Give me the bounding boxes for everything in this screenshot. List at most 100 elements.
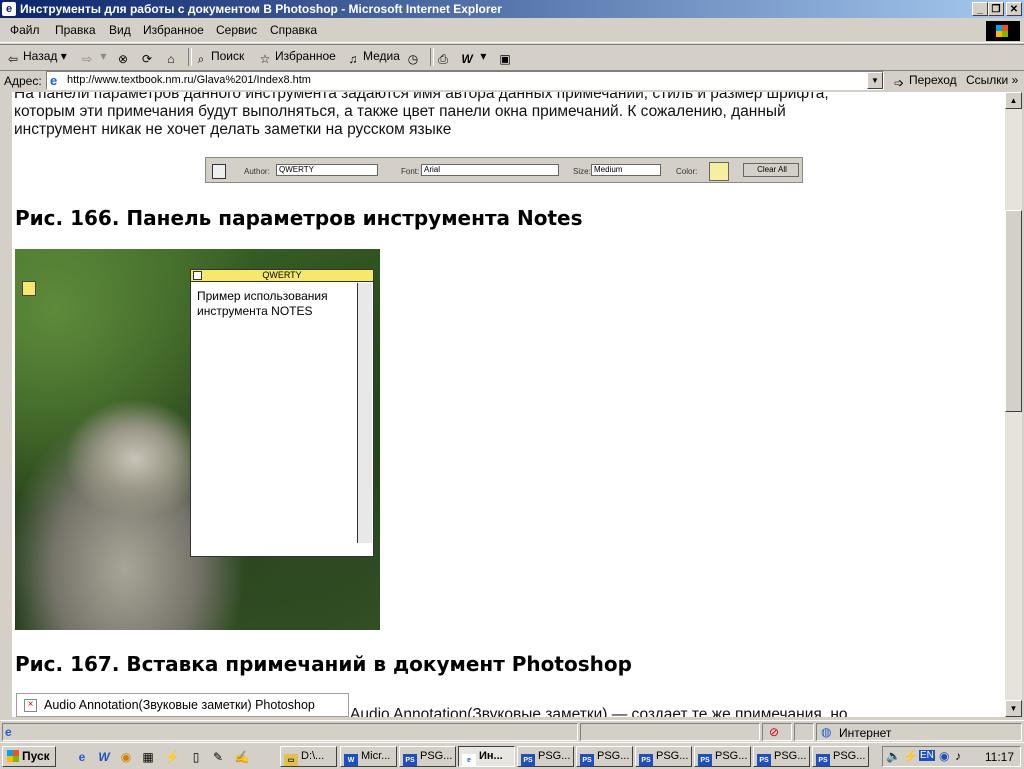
task-psg-7[interactable]: PS PSG... [812, 746, 869, 767]
quicklaunch-ie-icon[interactable]: e [74, 749, 90, 765]
task-label: Ин... [479, 750, 503, 762]
quicklaunch-paint-icon[interactable]: ✎ [210, 749, 226, 765]
menu-help[interactable]: Справка [270, 23, 317, 37]
window-title: Инструменты для работы с документом В Ph… [20, 2, 502, 16]
minimize-button[interactable]: _ [972, 2, 988, 16]
author-field: QWERTY [276, 164, 378, 176]
status-zone-panel: ◍ Интернет [816, 723, 1022, 741]
task-psg-2[interactable]: PS PSG... [517, 746, 574, 767]
favorites-icon: ☆ [259, 52, 271, 66]
discuss-button[interactable]: ▣ [498, 49, 515, 66]
menu-view[interactable]: Вид [109, 23, 131, 37]
paragraph-line-3: инструмент никак не хочет делать заметки… [14, 121, 452, 138]
color-label: Color: [676, 167, 698, 176]
zone-label: Интернет [839, 726, 892, 740]
tray-tool-icon[interactable]: ⚡ [903, 749, 918, 763]
task-psg-1[interactable]: PS PSG... [399, 746, 456, 767]
language-indicator[interactable]: EN [919, 750, 935, 761]
media-button[interactable]: ♫ Медиа [346, 49, 400, 66]
windows-logo-icon [986, 21, 1020, 41]
forward-button[interactable]: ⇨ ▾ [80, 49, 106, 66]
ps-icon: PS [816, 754, 830, 766]
quicklaunch-media-icon[interactable]: ◉ [118, 749, 134, 765]
favorites-label: Избранное [275, 49, 336, 63]
title-bar[interactable]: e Инструменты для работы с документом В … [0, 0, 1024, 18]
task-psg-6[interactable]: PS PSG... [753, 746, 810, 767]
tray-sound-icon[interactable]: ♪ [955, 749, 961, 763]
maximize-button[interactable]: ❐ [988, 2, 1004, 16]
start-label: Пуск [22, 749, 50, 763]
folder-icon: ▭ [284, 754, 298, 766]
tray-app-icon[interactable]: ◉ [939, 749, 949, 763]
task-label: PSG... [715, 750, 748, 762]
vertical-scrollbar[interactable]: ▲ ▼ [1005, 92, 1022, 717]
home-button[interactable]: ⌂ [164, 49, 181, 66]
address-input[interactable]: e http://www.textbook.nm.ru/Glava%201/In… [46, 71, 884, 90]
back-button[interactable]: ⇦ Назад ▾ [6, 49, 67, 66]
menu-tools[interactable]: Сервис [216, 23, 257, 37]
go-button[interactable]: ➩ Переход [892, 73, 957, 90]
quicklaunch-notepad-icon[interactable]: ✍ [234, 749, 250, 765]
quicklaunch-word-icon[interactable]: W [96, 749, 112, 765]
author-label: Author: [244, 167, 270, 176]
note-window-image: QWERTY Пример использования инструмента … [190, 269, 374, 557]
history-button[interactable]: ◷ [406, 49, 423, 66]
broken-image-placeholder[interactable]: × Audio Annotation(Звуковые заметки) Pho… [16, 693, 349, 717]
menu-favorites[interactable]: Избранное [143, 23, 204, 37]
address-dropdown-button[interactable]: ▼ [867, 72, 883, 89]
task-word[interactable]: W Micr... [340, 746, 397, 767]
ie-app-icon[interactable]: e [2, 2, 16, 16]
task-psg-4[interactable]: PS PSG... [635, 746, 692, 767]
print-button[interactable]: ⎙ [436, 49, 453, 66]
media-icon: ♫ [348, 52, 358, 66]
task-label: PSG... [538, 750, 571, 762]
page-margin [2, 92, 12, 717]
task-ie-active[interactable]: e Ин... [458, 746, 515, 767]
status-privacy-panel: ⊘ [762, 723, 792, 741]
menu-edit[interactable]: Правка [55, 23, 96, 37]
standard-toolbar: ⇦ Назад ▾ ⇨ ▾ ⊗ ⟳ ⌂ ⌕ Поиск ☆ Избранное ♫ Ме… [0, 44, 1024, 71]
stop-button[interactable]: ⊗ [116, 49, 133, 66]
system-tray: 🔈 ⚡ EN ◉ ♪ 11:17 [882, 746, 1021, 767]
favorites-button[interactable]: ☆ Избранное [258, 49, 336, 66]
size-field: Medium [591, 164, 661, 176]
page-content: На панели параметров данного инструмента… [2, 92, 1005, 717]
note-title-bar: QWERTY [191, 270, 373, 282]
scroll-down-button[interactable]: ▼ [1005, 700, 1022, 717]
task-explorer[interactable]: ▭ D:\... [280, 746, 337, 767]
edit-word-button[interactable]: W ▾ [460, 49, 486, 66]
stop-icon: ⊗ [117, 52, 129, 66]
clock[interactable]: 11:17 [985, 750, 1014, 764]
go-arrow-icon: ➩ [893, 76, 905, 90]
broken-image-alt-text: Audio Annotation(Звуковые заметки) Photo… [44, 698, 315, 712]
notes-options-bar-image: Author: QWERTY Font: Arial Size: Medium … [205, 157, 803, 183]
quicklaunch-app-icon[interactable]: ▯ [188, 749, 204, 765]
ps-icon: PS [403, 754, 417, 766]
refresh-button[interactable]: ⟳ [140, 49, 157, 66]
privacy-icon: ⊘ [769, 725, 780, 739]
task-label: PSG... [420, 750, 453, 762]
scroll-up-button[interactable]: ▲ [1005, 92, 1022, 109]
start-button[interactable]: Пуск [2, 746, 56, 767]
address-label: Адрес: [4, 74, 42, 88]
quicklaunch-calc-icon[interactable]: ▦ [140, 749, 156, 765]
task-psg-3[interactable]: PS PSG... [576, 746, 633, 767]
page-icon: e [50, 73, 58, 88]
volume-icon[interactable]: 🔈 [886, 749, 901, 763]
printer-icon: ⎙ [438, 52, 448, 66]
note-scrollbar [357, 283, 372, 543]
address-url[interactable]: http://www.textbook.nm.ru/Glava%201/Inde… [67, 74, 311, 86]
figure-caption-167: Рис. 167. Вставка примечаний в документ … [15, 652, 632, 676]
search-button[interactable]: ⌕ Поиск [194, 49, 245, 66]
menu-file[interactable]: Файл [10, 23, 40, 37]
note-color-swatch [709, 162, 729, 181]
media-label: Медиа [363, 49, 400, 63]
ps-icon: PS [639, 754, 653, 766]
scroll-thumb[interactable] [1005, 210, 1022, 412]
links-button[interactable]: Ссылки » [966, 73, 1018, 87]
ps-icon: PS [580, 754, 594, 766]
task-psg-5[interactable]: PS PSG... [694, 746, 751, 767]
search-label: Поиск [211, 49, 245, 63]
close-button[interactable]: ✕ [1006, 2, 1022, 16]
quicklaunch-tool-icon[interactable]: ⚡ [164, 749, 180, 765]
